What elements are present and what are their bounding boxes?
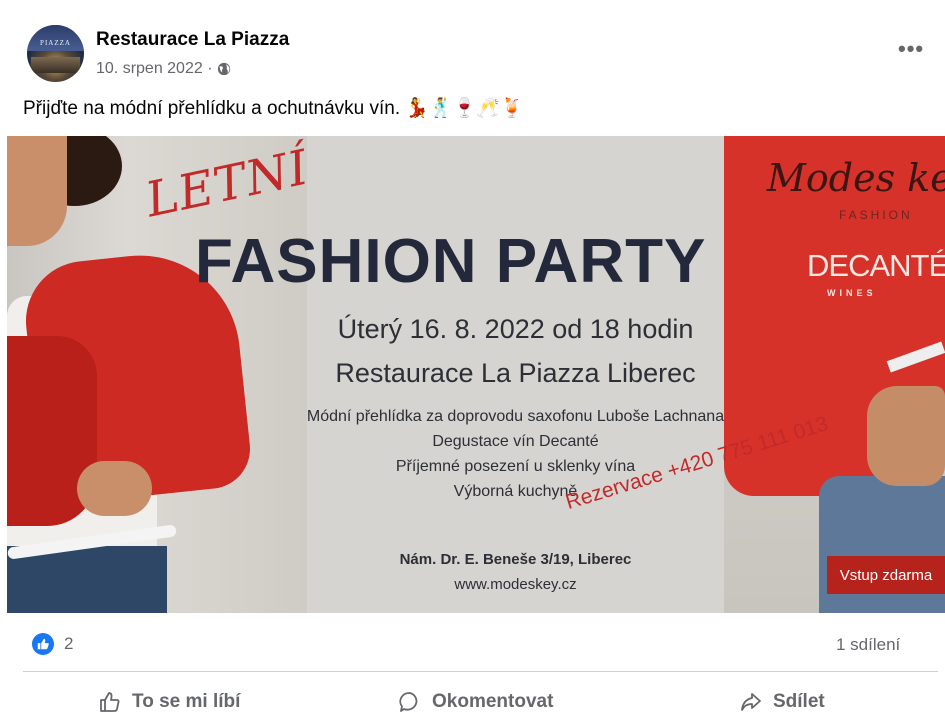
more-options-button[interactable]: ••• [898, 36, 924, 62]
globe-icon [217, 62, 230, 76]
event-address: Nám. Dr. E. Beneše 3/19, Liberec [399, 551, 632, 568]
comment-label: Okomentovat [432, 691, 554, 712]
event-website: www.modeskey.cz [454, 576, 577, 593]
event-date: Úterý 16. 8. 2022 od 18 hodin [337, 314, 694, 344]
post-date[interactable]: 10. srpen 2022 · [96, 60, 213, 78]
footer-divider [23, 671, 938, 672]
modeskey-logo-sub: FASHION [839, 208, 913, 222]
event-venue: Restaurace La Piazza Liberec [335, 358, 696, 388]
post-image[interactable]: LETNÍ FASHION PARTY Úterý 16. 8. 2022 od… [7, 136, 945, 613]
left-model-face [7, 136, 67, 246]
modeskey-logo: Modes key [767, 156, 945, 200]
decante-logo: DECANTÉ [807, 248, 945, 283]
program-line: Výborná kuchyně [453, 483, 578, 500]
avatar-label: PIAZZA [40, 39, 71, 47]
share-count[interactable]: 1 sdílení [836, 635, 900, 655]
headline: FASHION PARTY [195, 227, 707, 296]
share-icon [741, 693, 761, 711]
decante-logo-sub: WINES [827, 288, 877, 298]
post-text: Přijďte na módní přehlídku a ochutnávku … [23, 98, 524, 119]
post-author[interactable]: Restaurace La Piazza [96, 29, 289, 51]
like-reaction-icon [32, 633, 54, 655]
comment-button[interactable]: Okomentovat [398, 690, 553, 713]
left-model-hand [77, 461, 152, 516]
reactions-summary[interactable]: 2 [32, 633, 73, 655]
avatar-sky [27, 25, 84, 51]
right-model-hand [867, 386, 945, 486]
comment-icon [399, 692, 418, 712]
post-meta: 10. srpen 2022 · [96, 60, 231, 78]
share-button[interactable]: Sdílet [739, 690, 825, 713]
page-avatar[interactable]: PIAZZA [27, 25, 84, 82]
share-label: Sdílet [773, 691, 825, 712]
like-label: To se mi líbí [132, 691, 241, 712]
avatar-building [31, 57, 80, 73]
reaction-count: 2 [64, 634, 74, 653]
thumbs-up-icon [100, 692, 120, 712]
like-button[interactable]: To se mi líbí [98, 690, 240, 713]
program-line: Módní přehlídka za doprovodu saxofonu Lu… [306, 408, 725, 425]
free-entry-badge: Vstup zdarma [827, 556, 945, 594]
